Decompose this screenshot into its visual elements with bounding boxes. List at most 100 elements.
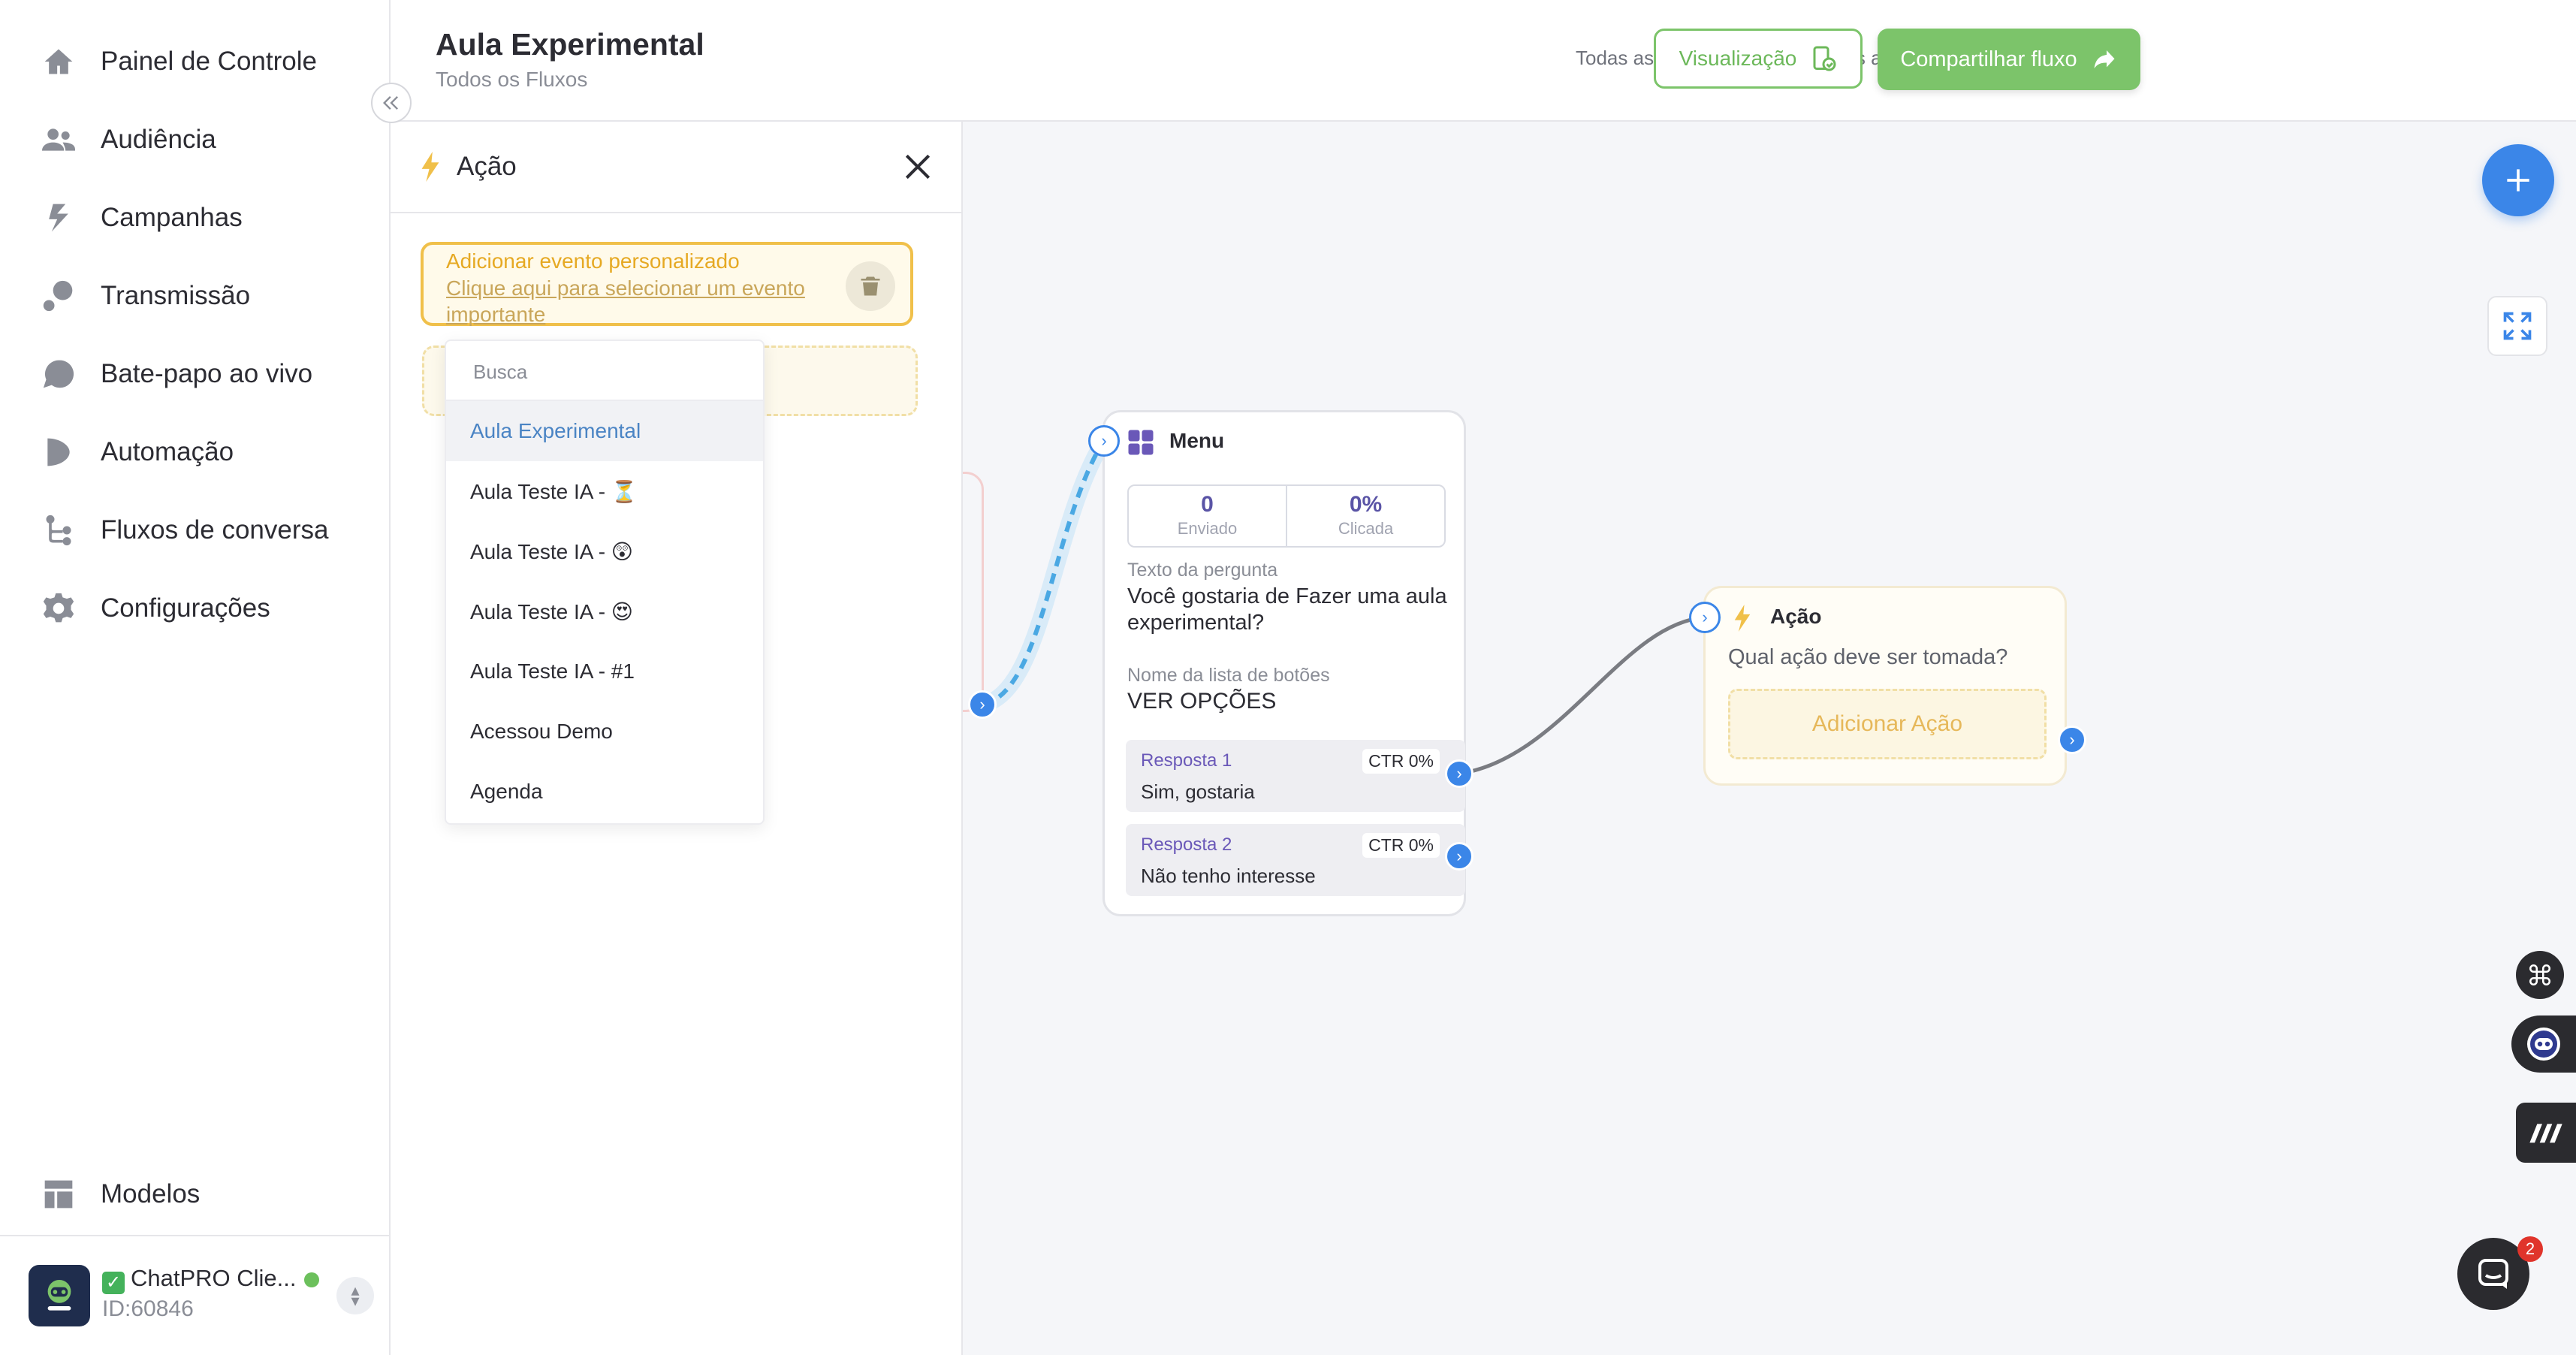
preview-phone-icon <box>1813 46 1836 71</box>
avatar <box>29 1265 90 1326</box>
sidebar-item-label: Campanhas <box>101 203 243 232</box>
sidebar-item-label: Bate-papo ao vivo <box>101 359 313 388</box>
share-arrow-icon <box>2094 50 2115 68</box>
double-chevron-left-icon <box>383 96 398 110</box>
sidebar-item-label: Fluxos de conversa <box>101 515 329 545</box>
delete-event-button[interactable] <box>846 261 895 311</box>
sidebar-item-flows[interactable]: Fluxos de conversa <box>42 508 328 553</box>
action-node[interactable]: Ação Qual ação deve ser tomada? Adiciona… <box>1703 586 2067 786</box>
custom-event-box[interactable]: Adicionar evento personalizado Clique aq… <box>421 242 913 326</box>
response-1-output-port[interactable]: › <box>1445 759 1474 788</box>
users-icon <box>42 123 75 156</box>
stat-sent-value: 0 <box>1201 492 1214 517</box>
response-ctr-badge: CTR 0% <box>1362 833 1440 858</box>
action-input-port[interactable]: › <box>1689 602 1721 633</box>
action-node-title: Ação <box>1770 605 1822 628</box>
sidebar-item-settings[interactable]: Configurações <box>42 586 270 631</box>
button-list-label: Nome da lista de botões <box>1127 665 1330 686</box>
menu-stats: 0 Enviado 0% Clicada <box>1127 484 1446 548</box>
sidebar-item-label: Modelos <box>101 1179 201 1209</box>
account-name: ChatPRO Clie... <box>131 1265 297 1291</box>
button-list-text: VER OPÇÕES <box>1127 689 1277 714</box>
account-switcher[interactable]: ✓ ChatPRO Clie... ID:60846 ▴ ▾ <box>29 1262 374 1334</box>
node-output-port[interactable]: › <box>968 690 997 719</box>
sidebar-item-audience[interactable]: Audiência <box>42 117 216 162</box>
sidebar-item-label: Audiência <box>101 125 216 154</box>
preview-button[interactable]: Visualização <box>1654 29 1863 89</box>
dropdown-option[interactable]: Agenda <box>446 762 763 822</box>
add-action-button[interactable]: Adicionar Ação <box>1728 689 2047 759</box>
brand-logo-icon <box>2529 1124 2562 1143</box>
dropdown-search-input[interactable]: Busca <box>446 341 763 401</box>
trash-icon <box>861 276 880 296</box>
home-icon <box>42 45 75 78</box>
verified-check-icon: ✓ <box>102 1272 125 1294</box>
chatpro-logo-icon <box>47 1280 71 1311</box>
lightning-icon <box>421 152 439 182</box>
sidebar-item-campaigns[interactable]: Campanhas <box>42 195 243 240</box>
stat-clicked-label: Clicada <box>1338 519 1394 538</box>
grid-icon <box>1128 430 1154 455</box>
share-button-label: Compartilhar fluxo <box>1900 47 2077 71</box>
sidebar-item-automation[interactable]: Automação <box>42 430 234 475</box>
sidebar-item-templates[interactable]: Modelos <box>42 1172 200 1217</box>
dropdown-option[interactable]: Aula Experimental <box>446 401 763 461</box>
sidebar-item-broadcast[interactable]: Transmissão <box>42 273 250 318</box>
dropdown-option[interactable]: Aula Teste IA - 😲 <box>446 521 763 581</box>
action-panel-title: Ação <box>457 152 517 181</box>
unread-badge: 2 <box>2517 1236 2543 1262</box>
sidebar-item-label: Painel de Controle <box>101 47 317 76</box>
response-label: Resposta 2 <box>1141 834 1232 855</box>
response-2-output-port[interactable]: › <box>1445 842 1474 871</box>
dropdown-option[interactable]: Aula Teste IA - ⏳ <box>446 461 763 521</box>
automation-icon <box>42 436 75 469</box>
account-id: ID:60846 <box>102 1296 194 1321</box>
stat-clicked: 0% Clicada <box>1286 486 1444 546</box>
stat-clicked-value: 0% <box>1349 492 1383 517</box>
flow-icon <box>42 514 75 547</box>
header: Aula Experimental Todos os Fluxos Todas … <box>391 0 2576 122</box>
sidebar-item-dashboard[interactable]: Painel de Controle <box>42 39 317 84</box>
collapse-sidebar-button[interactable] <box>371 83 412 123</box>
share-flow-button[interactable]: Compartilhar fluxo <box>1878 29 2140 90</box>
dropdown-option[interactable]: Aula Teste IA - #1 <box>446 641 763 702</box>
response-ctr-badge: CTR 0% <box>1362 749 1440 774</box>
chat-icon <box>2478 1259 2508 1289</box>
sidebar-divider <box>0 1235 389 1236</box>
stat-sent: 0 Enviado <box>1129 486 1286 546</box>
bot-widget-button[interactable] <box>2511 1015 2576 1073</box>
response-item[interactable]: Resposta 2 Não tenho interesse CTR 0% <box>1126 824 1465 896</box>
close-icon[interactable] <box>901 150 934 183</box>
sidebar-item-live-chat[interactable]: Bate-papo ao vivo <box>42 352 312 397</box>
dropdown-option[interactable]: Aula Teste IA - 😍 <box>446 581 763 641</box>
apps-widget-button[interactable] <box>2516 951 2564 999</box>
dropdown-option[interactable]: Acessou Demo <box>446 702 763 762</box>
breadcrumb[interactable]: Todos os Fluxos <box>436 68 587 92</box>
question-text: Você gostaria de Fazer uma aula experime… <box>1127 584 1447 635</box>
broadcast-icon <box>42 279 75 312</box>
response-item[interactable]: Resposta 1 Sim, gostaria CTR 0% <box>1126 740 1465 812</box>
lightning-icon <box>1734 605 1751 632</box>
brand-widget-button[interactable] <box>2516 1103 2576 1163</box>
menu-node[interactable]: Menu 0 Enviado 0% Clicada Texto da pergu… <box>1102 410 1466 916</box>
sidebar: Painel de Controle Audiência Campanhas T… <box>0 0 391 1355</box>
expand-icon <box>2503 312 2532 340</box>
bot-face-icon <box>2527 1028 2560 1061</box>
gear-icon <box>42 592 75 625</box>
account-switch-chevrons-icon[interactable]: ▴ ▾ <box>336 1277 374 1314</box>
menu-input-port[interactable]: › <box>1088 425 1120 457</box>
add-node-button[interactable] <box>2482 144 2554 216</box>
response-label: Resposta 1 <box>1141 750 1232 771</box>
question-label: Texto da pergunta <box>1127 560 1278 581</box>
action-panel-header: Ação <box>391 122 961 213</box>
fit-to-screen-button[interactable] <box>2487 296 2547 356</box>
menu-node-title: Menu <box>1169 429 1225 452</box>
custom-event-label: Adicionar evento personalizado <box>446 249 740 273</box>
chat-bubble-icon <box>42 358 75 391</box>
sidebar-item-label: Automação <box>101 437 234 466</box>
page-title: Aula Experimental <box>436 27 704 62</box>
event-dropdown: Busca Aula Experimental Aula Teste IA - … <box>445 340 765 825</box>
action-output-port[interactable]: › <box>2058 726 2086 754</box>
select-event-link[interactable]: Clique aqui para selecionar um evento im… <box>446 275 837 327</box>
templates-icon <box>42 1178 75 1211</box>
